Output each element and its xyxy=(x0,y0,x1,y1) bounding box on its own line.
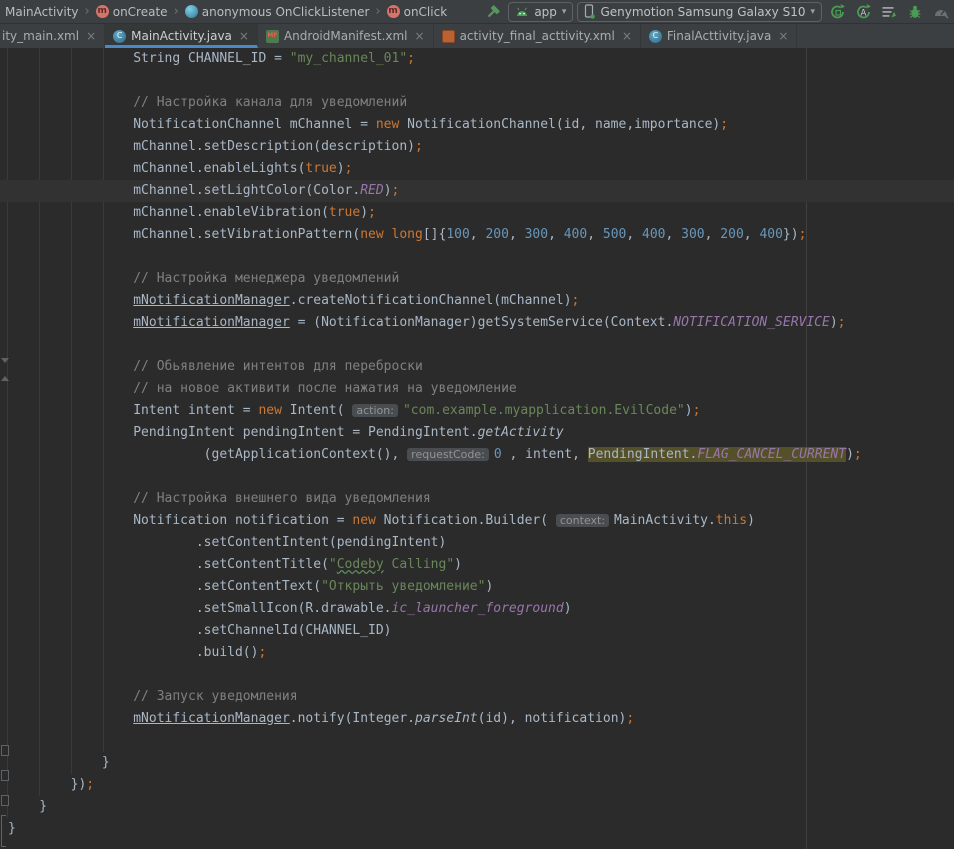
code-line[interactable]: // на новое активити после нажатия на ув… xyxy=(0,378,954,400)
tab-label: AndroidManifest.xml xyxy=(284,29,408,43)
code-line[interactable]: PendingIntent pendingIntent = PendingInt… xyxy=(0,422,954,444)
code-line[interactable]: mChannel.enableVibration(true); xyxy=(0,202,954,224)
tab-label: activity_final_acttivity.xml xyxy=(460,29,615,43)
build-hammer-icon[interactable] xyxy=(482,2,504,22)
breadcrumb-label: onClick xyxy=(404,5,448,19)
code-line[interactable]: mChannel.enableLights(true); xyxy=(0,158,954,180)
tab-mainactivity-java[interactable]: C MainActivity.java × xyxy=(105,24,258,48)
editor-tab-bar: ity_main.xml × C MainActivity.java × MF … xyxy=(0,24,954,48)
editor[interactable]: String CHANNEL_ID = "my_channel_01"; // … xyxy=(0,48,954,849)
tab-androidmanifest-xml[interactable]: MF AndroidManifest.xml × xyxy=(258,24,434,48)
phone-icon xyxy=(584,4,595,19)
run-config-label: app xyxy=(534,5,557,19)
code-line[interactable]: mChannel.setLightColor(Color.RED); xyxy=(0,180,954,202)
code-line[interactable] xyxy=(0,664,954,686)
close-icon[interactable]: × xyxy=(778,29,788,43)
tab-label: ity_main.xml xyxy=(2,29,79,43)
chevron-down-icon: ▾ xyxy=(810,7,815,17)
breadcrumb-label: MainActivity xyxy=(5,5,79,19)
breadcrumb-separator-icon: › xyxy=(85,4,90,19)
code-line[interactable]: Notification notification = new Notifica… xyxy=(0,510,954,532)
breadcrumb-separator-icon: › xyxy=(174,4,179,19)
code-line[interactable]: .build(); xyxy=(0,642,954,664)
method-icon: m xyxy=(96,5,109,18)
device-select[interactable]: Genymotion Samsung Galaxy S10 ▾ xyxy=(577,2,822,22)
code-line[interactable]: // Обьявление интентов для переброски xyxy=(0,356,954,378)
tab-activity-final-acttivity-xml[interactable]: activity_final_acttivity.xml × xyxy=(434,24,641,48)
code-line[interactable]: // Настройка менеджера уведомлений xyxy=(0,268,954,290)
run-configuration-select[interactable]: app ▾ xyxy=(508,2,573,22)
android-icon xyxy=(515,6,529,18)
device-label: Genymotion Samsung Galaxy S10 xyxy=(600,5,805,19)
code-line[interactable]: NotificationChannel mChannel = new Notif… xyxy=(0,114,954,136)
java-class-icon: C xyxy=(113,30,126,43)
code-line[interactable]: mNotificationManager.createNotificationC… xyxy=(0,290,954,312)
java-class-icon: C xyxy=(649,30,662,43)
profile-icon[interactable] xyxy=(930,2,952,22)
code-line[interactable]: String CHANNEL_ID = "my_channel_01"; xyxy=(0,48,954,70)
code-line[interactable]: mChannel.setDescription(description); xyxy=(0,136,954,158)
code-line[interactable]: Intent intent = new Intent( action:"com.… xyxy=(0,400,954,422)
chevron-down-icon: ▾ xyxy=(562,7,567,17)
code-line[interactable] xyxy=(0,334,954,356)
close-icon[interactable]: × xyxy=(86,29,96,43)
code-line[interactable]: .setContentIntent(pendingIntent) xyxy=(0,532,954,554)
breadcrumb-item-mainactivity[interactable]: MainActivity xyxy=(2,5,82,19)
debug-icon[interactable] xyxy=(904,2,926,22)
svg-text:A: A xyxy=(860,8,866,18)
breadcrumb-separator-icon: › xyxy=(375,4,380,19)
code-line[interactable]: mNotificationManager = (NotificationMana… xyxy=(0,312,954,334)
code-line[interactable]: mChannel.setVibrationPattern(new long[]{… xyxy=(0,224,954,246)
code-line[interactable]: // Запуск уведомления xyxy=(0,686,954,708)
code-line[interactable]: // Настройка канала для уведомлений xyxy=(0,92,954,114)
code-line[interactable]: }); xyxy=(0,774,954,796)
close-icon[interactable]: × xyxy=(239,29,249,43)
breadcrumb-item-oncreate[interactable]: m onCreate xyxy=(93,5,171,19)
breadcrumb-item-onclick[interactable]: m onClick xyxy=(384,5,451,19)
breadcrumb: MainActivity › m onCreate › anonymous On… xyxy=(2,4,450,19)
layout-xml-file-icon xyxy=(442,30,455,43)
code-line[interactable]: } xyxy=(0,818,954,840)
anonymous-class-icon xyxy=(185,5,198,18)
code-line[interactable]: .setContentText("Открыть уведомление") xyxy=(0,576,954,598)
breadcrumb-label: anonymous OnClickListener xyxy=(202,5,370,19)
code-line[interactable]: mNotificationManager.notify(Integer.pars… xyxy=(0,708,954,730)
code-line[interactable]: } xyxy=(0,796,954,818)
code-line[interactable]: (getApplicationContext(), requestCode:0 … xyxy=(0,444,954,466)
code-area: String CHANNEL_ID = "my_channel_01"; // … xyxy=(0,48,954,840)
close-icon[interactable]: × xyxy=(622,29,632,43)
tab-activity-main-xml[interactable]: ity_main.xml × xyxy=(0,24,105,48)
close-icon[interactable]: × xyxy=(415,29,425,43)
method-icon: m xyxy=(387,5,400,18)
breadcrumb-label: onCreate xyxy=(113,5,168,19)
attach-debugger-icon[interactable] xyxy=(878,2,900,22)
code-line[interactable]: // Настройка внешнего вида уведомления xyxy=(0,488,954,510)
tab-finalacttivity-java[interactable]: C FinalActtivity.java × xyxy=(641,24,798,48)
main-toolbar: MainActivity › m onCreate › anonymous On… xyxy=(0,0,954,24)
manifest-file-icon: MF xyxy=(266,30,279,43)
code-line[interactable] xyxy=(0,466,954,488)
code-line[interactable]: } xyxy=(0,752,954,774)
breadcrumb-item-anonymous-onclicklistener[interactable]: anonymous OnClickListener xyxy=(182,5,373,19)
tab-label: MainActivity.java xyxy=(131,29,232,43)
code-line[interactable] xyxy=(0,70,954,92)
code-line[interactable] xyxy=(0,246,954,268)
code-line[interactable]: .setChannelId(CHANNEL_ID) xyxy=(0,620,954,642)
code-line[interactable] xyxy=(0,730,954,752)
code-line[interactable]: .setContentTitle("Codeby Calling") xyxy=(0,554,954,576)
tab-label: FinalActtivity.java xyxy=(667,29,771,43)
restart-activity-icon[interactable] xyxy=(826,2,848,22)
apply-code-changes-icon[interactable]: A xyxy=(852,2,874,22)
code-line[interactable]: .setSmallIcon(R.drawable.ic_launcher_for… xyxy=(0,598,954,620)
